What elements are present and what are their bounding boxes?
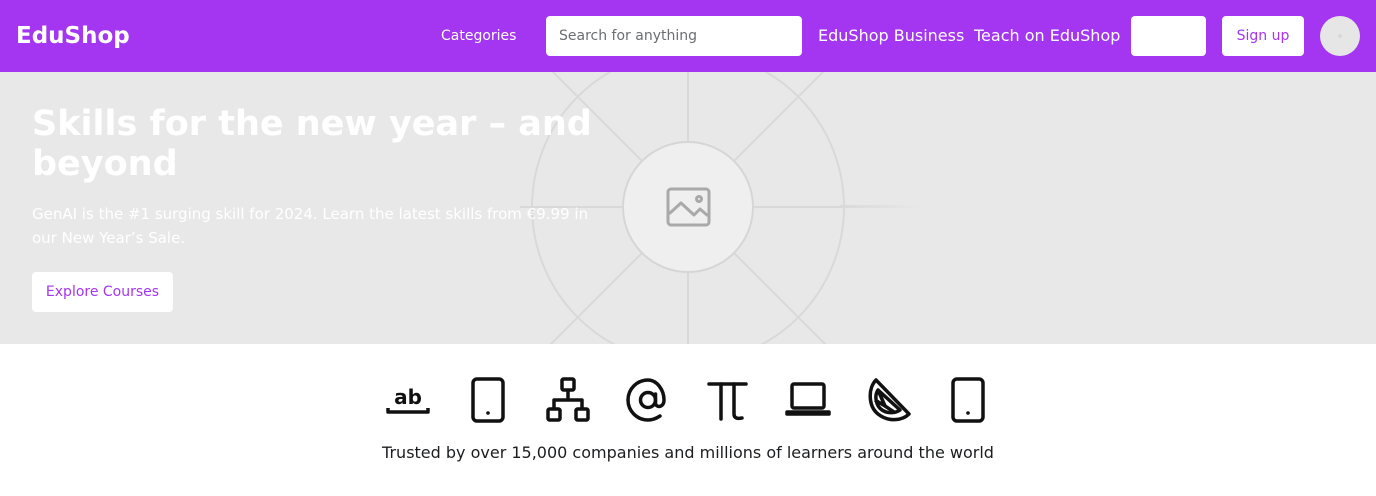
search-input[interactable]: [546, 16, 802, 56]
top-navbar: EduShop Categories EduShop Business Teac…: [0, 0, 1376, 72]
sitemap-icon: [546, 377, 590, 422]
lemon-slice-icon: [868, 378, 911, 422]
pi-icon: [707, 382, 748, 421]
teach-link[interactable]: Teach on EduShop: [974, 25, 1120, 47]
avatar[interactable]: [1320, 16, 1360, 56]
login-button[interactable]: [1131, 16, 1206, 56]
laptop-icon: [785, 382, 831, 416]
mobile-phone-icon: [951, 377, 985, 423]
trusted-logos-section: ab Trusted by over 15,000 companies and …: [0, 344, 1376, 496]
business-link[interactable]: EduShop Business: [818, 25, 964, 47]
signup-button[interactable]: Sign up: [1222, 16, 1304, 56]
hero-banner: Skills for the new year – and beyond Gen…: [0, 72, 1376, 344]
mobile-phone-icon: [471, 377, 505, 423]
trusted-caption: Trusted by over 15,000 companies and mil…: [382, 443, 994, 462]
hero-subtitle: GenAI is the #1 surging skill for 2024. …: [32, 205, 589, 247]
categories-menu[interactable]: Categories: [441, 26, 516, 46]
brand-logo[interactable]: EduShop: [16, 20, 130, 52]
explore-courses-button[interactable]: Explore Courses: [32, 272, 173, 312]
text-ab-icon: ab: [386, 385, 430, 414]
hero-title: Skills for the new year – and beyond: [32, 104, 592, 184]
avatar-dot: [1338, 34, 1342, 38]
at-sign-icon: [626, 378, 666, 422]
svg-text:ab: ab: [394, 385, 422, 409]
